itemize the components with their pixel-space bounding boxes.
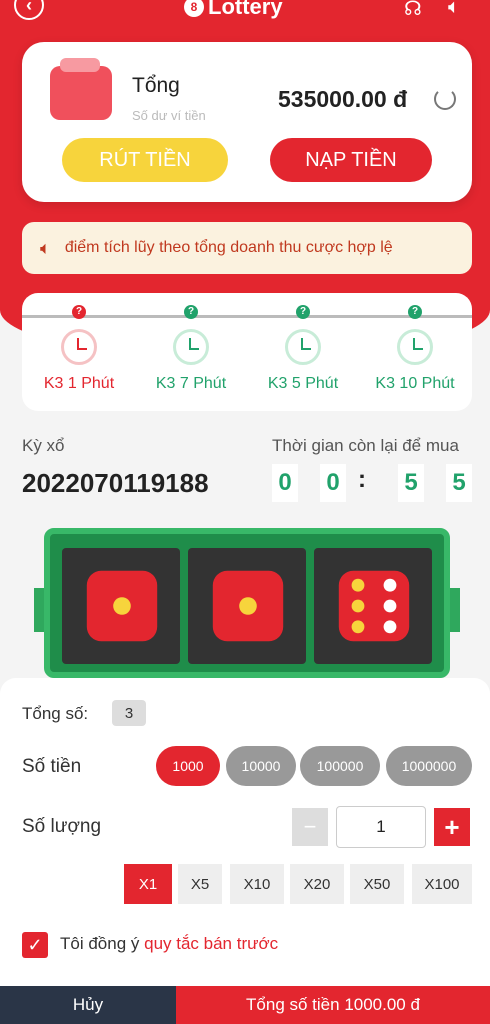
rules-link[interactable]: quy tắc bán trước	[144, 934, 278, 953]
multiplier-option[interactable]: X100	[412, 864, 472, 904]
notice-text: điểm tích lũy theo tổng doanh thu cược h…	[64, 239, 393, 256]
clock-icon	[397, 329, 433, 365]
multiplier-option[interactable]: X5	[178, 864, 222, 904]
timer-digit: 0	[320, 464, 346, 502]
amount-option[interactable]: 10000	[226, 746, 296, 786]
die-face	[338, 570, 410, 642]
brand-logo: 8 Lottery	[184, 0, 283, 20]
multiplier-option[interactable]: X10	[230, 864, 284, 904]
dice-slot	[188, 548, 306, 664]
die-pip	[351, 620, 365, 634]
draw-number: 2022070119188	[22, 468, 209, 498]
game-tab[interactable]: ? K3 7 Phút	[136, 305, 246, 393]
amount-option[interactable]: 100000	[300, 746, 380, 786]
die-pip	[383, 599, 397, 613]
multiplier-option[interactable]: X20	[290, 864, 344, 904]
die-pip	[239, 597, 257, 615]
wallet-subtitle: Số dư ví tiền	[132, 108, 206, 123]
cancel-button[interactable]: Hủy	[0, 986, 176, 1024]
total-count-badge: 3	[112, 700, 146, 726]
wallet-title: Tổng	[132, 74, 180, 97]
timer-digit: 5	[446, 464, 472, 502]
headset-icon[interactable]: ☊	[404, 0, 422, 21]
game-tab-label: K3 5 Phút	[267, 375, 339, 392]
quantity-label: Số lượng	[22, 816, 102, 837]
clock-icon	[285, 329, 321, 365]
agree-label: Tôi đồng ý	[60, 934, 145, 953]
chevron-left-icon: ‹	[26, 0, 32, 15]
question-icon: ?	[408, 305, 422, 319]
die-pip	[383, 620, 397, 634]
clock-icon	[173, 329, 209, 365]
speaker-icon[interactable]: 🔈︎	[448, 0, 460, 19]
timer-label: Thời gian còn lại để mua	[272, 436, 459, 455]
die-icon	[212, 570, 284, 642]
back-button[interactable]: ‹	[14, 0, 44, 20]
game-tab[interactable]: ? K3 10 Phút	[360, 305, 470, 393]
confirm-bet-button[interactable]: Tổng số tiền 1000.00 đ	[176, 986, 490, 1024]
announcement-icon: 🔈︎	[40, 237, 51, 258]
die-icon	[86, 570, 158, 642]
game-tab-label: K3 1 Phút	[43, 375, 115, 392]
wallet-icon	[50, 58, 112, 120]
amount-option[interactable]: 1000	[156, 746, 220, 786]
agree-checkbox[interactable]: ✓	[22, 932, 48, 958]
wallet-card: Tổng Số dư ví tiền 535000.00 đ RÚT TIỀN …	[22, 42, 472, 202]
timer-separator: :	[358, 466, 366, 493]
brand-name: Lottery	[208, 0, 283, 19]
game-tab-label: K3 10 Phút	[375, 375, 455, 392]
multiplier-option[interactable]: X50	[350, 864, 404, 904]
question-icon: ?	[296, 305, 310, 319]
quantity-decrement-button[interactable]: −	[292, 808, 328, 846]
quantity-input[interactable]	[336, 806, 426, 848]
question-icon: ?	[72, 305, 86, 319]
draw-label: Kỳ xổ	[22, 436, 65, 455]
die-icon	[338, 570, 410, 642]
amount-label: Số tiền	[22, 756, 82, 777]
refresh-icon[interactable]	[434, 88, 456, 110]
dice-machine	[44, 528, 450, 678]
wallet-balance: 535000.00 đ	[278, 86, 408, 112]
agree-text: Tôi đồng ý quy tắc bán trước	[60, 934, 278, 954]
amount-option[interactable]: 1000000	[386, 746, 472, 786]
brand-badge: 8	[184, 0, 204, 17]
die-pip	[351, 578, 365, 592]
deposit-button[interactable]: NẠP TIỀN	[270, 138, 432, 182]
timer-digit: 0	[272, 464, 298, 502]
timer-digit: 5	[398, 464, 424, 502]
top-bar: ‹ 8 Lottery ☊ 🔈︎	[0, 0, 490, 24]
bet-panel	[0, 678, 490, 1024]
total-count-label: Tổng số:	[22, 704, 89, 723]
clock-icon	[61, 329, 97, 365]
game-tab-label: K3 7 Phút	[155, 375, 227, 392]
withdraw-button[interactable]: RÚT TIỀN	[62, 138, 228, 182]
game-selector: ? K3 1 Phút? K3 7 Phút? K3 5 Phút? K3 10 Phú…	[22, 293, 472, 411]
question-icon: ?	[184, 305, 198, 319]
game-tab[interactable]: ? K3 5 Phút	[248, 305, 358, 393]
notice-banner: 🔈︎ điểm tích lũy theo tổng doanh thu cượ…	[22, 222, 472, 274]
die-pip	[351, 599, 365, 613]
quantity-increment-button[interactable]: +	[434, 808, 470, 846]
multiplier-option[interactable]: X1	[124, 864, 172, 904]
dice-slot	[62, 548, 180, 664]
dice-slot	[314, 548, 432, 664]
die-pip	[383, 578, 397, 592]
die-pip	[113, 597, 131, 615]
game-tab[interactable]: ? K3 1 Phút	[24, 305, 134, 393]
